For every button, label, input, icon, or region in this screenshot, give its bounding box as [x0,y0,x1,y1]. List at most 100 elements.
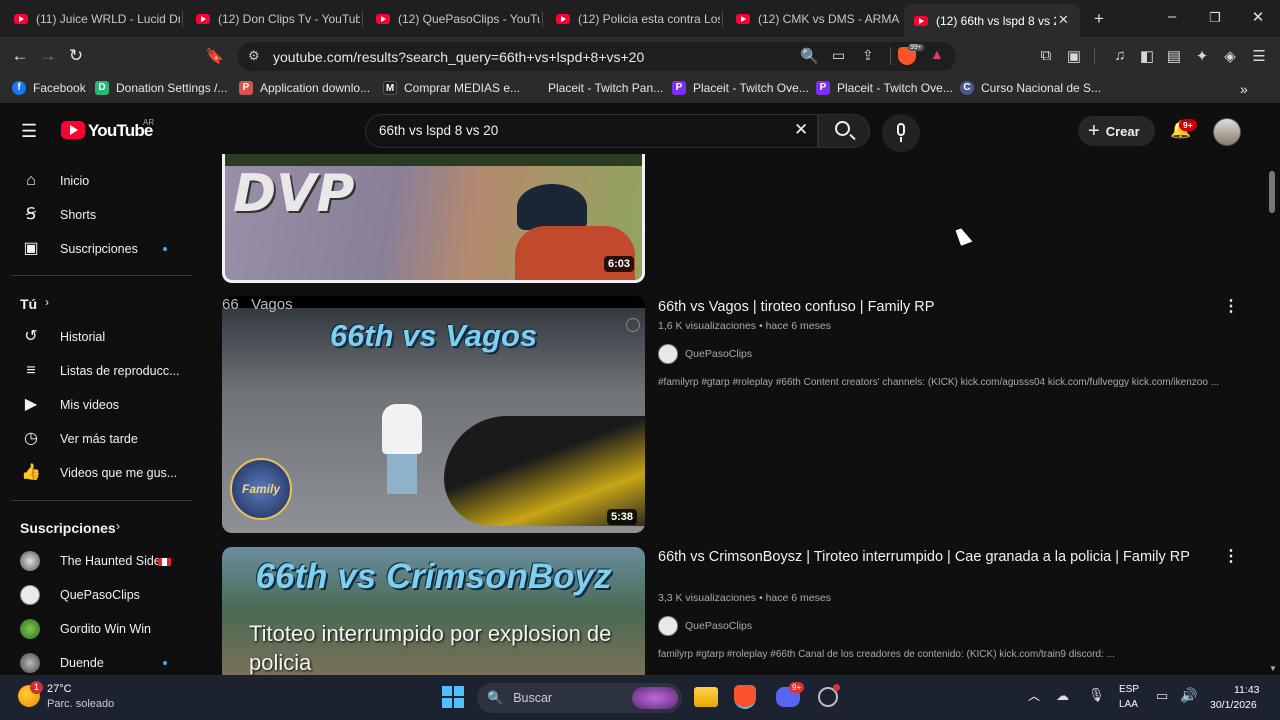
share-icon[interactable]: ⇪ [862,47,874,64]
tab-label: (12) Policia esta contra Los [578,12,720,26]
extensions-icon[interactable]: ⧉ [1036,47,1056,64]
video-title[interactable]: 66th vs Vagos | tiroteo confuso | Family… [658,296,1198,318]
avatar[interactable] [1213,118,1241,146]
browser-tab-active[interactable]: (12) 66th vs lspd 8 vs 2 ✕ [904,4,1080,37]
address-divider [890,47,891,65]
screenshot-icon[interactable]: ▣ [1064,47,1084,65]
more-actions-icon[interactable]: ⋮ [1223,546,1239,566]
sidebar-item-playlists[interactable]: ≡ Listas de reproducc... [0,354,195,388]
bookmark-item[interactable]: C Curso Nacional de S... [960,81,1101,95]
video-thumbnail[interactable]: 66 Vagos 66th vs Vagos Family 5:38 [222,296,645,533]
create-button[interactable]: + Crear [1078,116,1155,146]
plus-icon: + [1088,120,1100,142]
sidebar-item-label: Mis videos [60,398,120,412]
subscriptions-icon: ▣ [23,240,39,257]
clock-time[interactable]: 11:43 [1234,684,1260,696]
sidebar-sub-item[interactable]: Gordito Win Win [0,612,195,646]
site-settings-icon[interactable]: ⚙ [248,48,260,64]
page-scrollbar[interactable]: ▼ [1266,159,1280,675]
file-explorer-icon[interactable] [694,687,718,707]
channel-link[interactable]: QuePasoClips [658,616,752,636]
search-input[interactable]: 66th vs lspd 8 vs 20 ✕ [365,114,818,148]
guide-menu-icon[interactable]: ☰ [21,121,37,142]
browser-tab[interactable]: (12) QuePasoClips - YouTu [362,6,540,32]
minimize-icon[interactable]: – [1162,8,1182,25]
bookmark-item[interactable]: P Application downlo... [239,81,370,95]
weather-desc: Parc. soleado [47,698,115,710]
sidebar-item-inicio[interactable]: ⌂ Inicio [0,164,195,198]
restore-icon[interactable]: ❐ [1205,10,1225,26]
sidebar-toggle-icon[interactable]: ◧ [1137,47,1157,65]
taskbar-search-input[interactable]: 🔍 Buscar [477,683,682,713]
bookmark-icon[interactable]: 🔖 [205,47,225,65]
cloud-icon[interactable]: ☁ [1056,688,1069,704]
back-icon[interactable]: ← [10,46,30,66]
sidebar-sub-item[interactable]: Duende [0,646,195,675]
bookmark-item[interactable]: f Facebook [12,81,86,95]
bookmark-item[interactable]: Placeit - Twitch Pan... [527,81,663,95]
duration-badge: 6:03 [603,256,634,272]
close-window-icon[interactable]: ✕ [1248,8,1268,26]
sidebar-item-mis-videos[interactable]: ▶ Mis videos [0,388,195,422]
brave-browser-icon[interactable] [734,685,756,709]
search-query-text: 66th vs lspd 8 vs 20 [379,123,499,138]
volume-icon[interactable]: 🔊 [1180,687,1197,704]
sidebar-header-tu[interactable]: Tú › [0,286,195,320]
address-bar[interactable]: ⚙ youtube.com/results?search_query=66th+… [238,42,956,71]
youtube-logo-icon[interactable] [61,121,85,139]
language-top[interactable]: ESP [1119,684,1139,695]
sidebar-sub-item[interactable]: The Haunted Side [0,544,195,578]
video-meta: 3,3 K visualizaciones • hace 6 meses [658,592,831,604]
wallet-icon[interactable]: ▤ [1164,47,1184,65]
zoom-icon[interactable]: 🔍 [800,47,819,65]
chevron-up-icon[interactable]: ︿ [1028,687,1040,704]
sidebar-item-watch-later[interactable]: ◷ Ver más tarde [0,422,195,456]
bookmark-item[interactable]: P Placeit - Twitch Ove... [672,81,809,95]
reload-icon[interactable]: ↻ [66,46,86,66]
search-button[interactable] [818,114,870,148]
duration-badge: 5:38 [606,509,637,525]
voice-search-button[interactable] [882,114,920,152]
browser-tab[interactable]: (12) Don Clips Tv - YouTub [182,6,360,32]
tab-label: (12) QuePasoClips - YouTu [398,12,540,26]
browser-tab[interactable]: (11) Juice WRLD - Lucid Dr [0,6,180,32]
new-tab-icon[interactable]: + [1089,9,1109,29]
music-icon[interactable]: ♫ [1110,47,1130,64]
scroll-down-icon[interactable]: ▼ [1269,664,1277,673]
sidebar-header-suscripciones[interactable]: Suscripciones › [0,510,195,544]
video-title[interactable]: 66th vs CrimsonBoysz | Tiroteo interrump… [658,546,1198,568]
menu-icon[interactable]: ☰ [1249,47,1269,65]
forward-icon[interactable]: → [38,46,58,66]
weather-temp[interactable]: 27°C [47,683,72,695]
thumbnail-title: 66th vs Vagos [329,318,538,353]
history-icon: ↺ [24,328,38,345]
more-actions-icon[interactable]: ⋮ [1223,296,1239,316]
sidebar-sub-item[interactable]: QuePasoClips [0,578,195,612]
video-thumbnail[interactable]: DVP 6:03 [222,154,645,283]
microphone-icon[interactable]: 🎙 [1088,687,1105,703]
leo-ai-icon[interactable]: ✦ [1192,47,1212,65]
channel-link[interactable]: QuePasoClips [658,344,752,364]
scrollbar-thumb[interactable] [1269,171,1275,213]
network-icon[interactable]: ▭ [1156,688,1168,704]
bookmark-item[interactable]: M Comprar MEDIAS e... [383,81,520,95]
sidebar-item-suscripciones[interactable]: ▣ Suscripciones [0,232,195,266]
cast-icon[interactable]: ▭ [832,47,845,64]
clear-search-icon[interactable]: ✕ [794,120,808,140]
sidebar-item-liked[interactable]: 👍 Videos que me gus... [0,456,195,490]
close-tab-icon[interactable]: ✕ [1058,12,1069,28]
tab-label: (12) Don Clips Tv - YouTub [218,12,360,26]
bookmark-item[interactable]: D Donation Settings /... [95,81,227,95]
sidebar-item-shorts[interactable]: Ꞩ Shorts [0,198,195,232]
more-bookmarks-icon[interactable]: » [1240,81,1248,97]
browser-tab[interactable]: (12) Policia esta contra Los [542,6,720,32]
sidebar-item-historial[interactable]: ↺ Historial [0,320,195,354]
browser-tab[interactable]: (12) CMK vs DMS - ARMAS [722,6,900,32]
brave-rewards-icon[interactable]: ▲ [930,46,944,62]
shield-badge: 99+ [908,44,924,51]
video-thumbnail[interactable]: 66th vs CrimsonBoyz Titoteo interrumpido… [222,547,645,675]
windows-start-icon[interactable] [442,686,464,708]
bookmark-item[interactable]: P Placeit - Twitch Ove... [816,81,953,95]
avatar [20,619,40,639]
vpn-icon[interactable]: ◈ [1220,47,1240,65]
